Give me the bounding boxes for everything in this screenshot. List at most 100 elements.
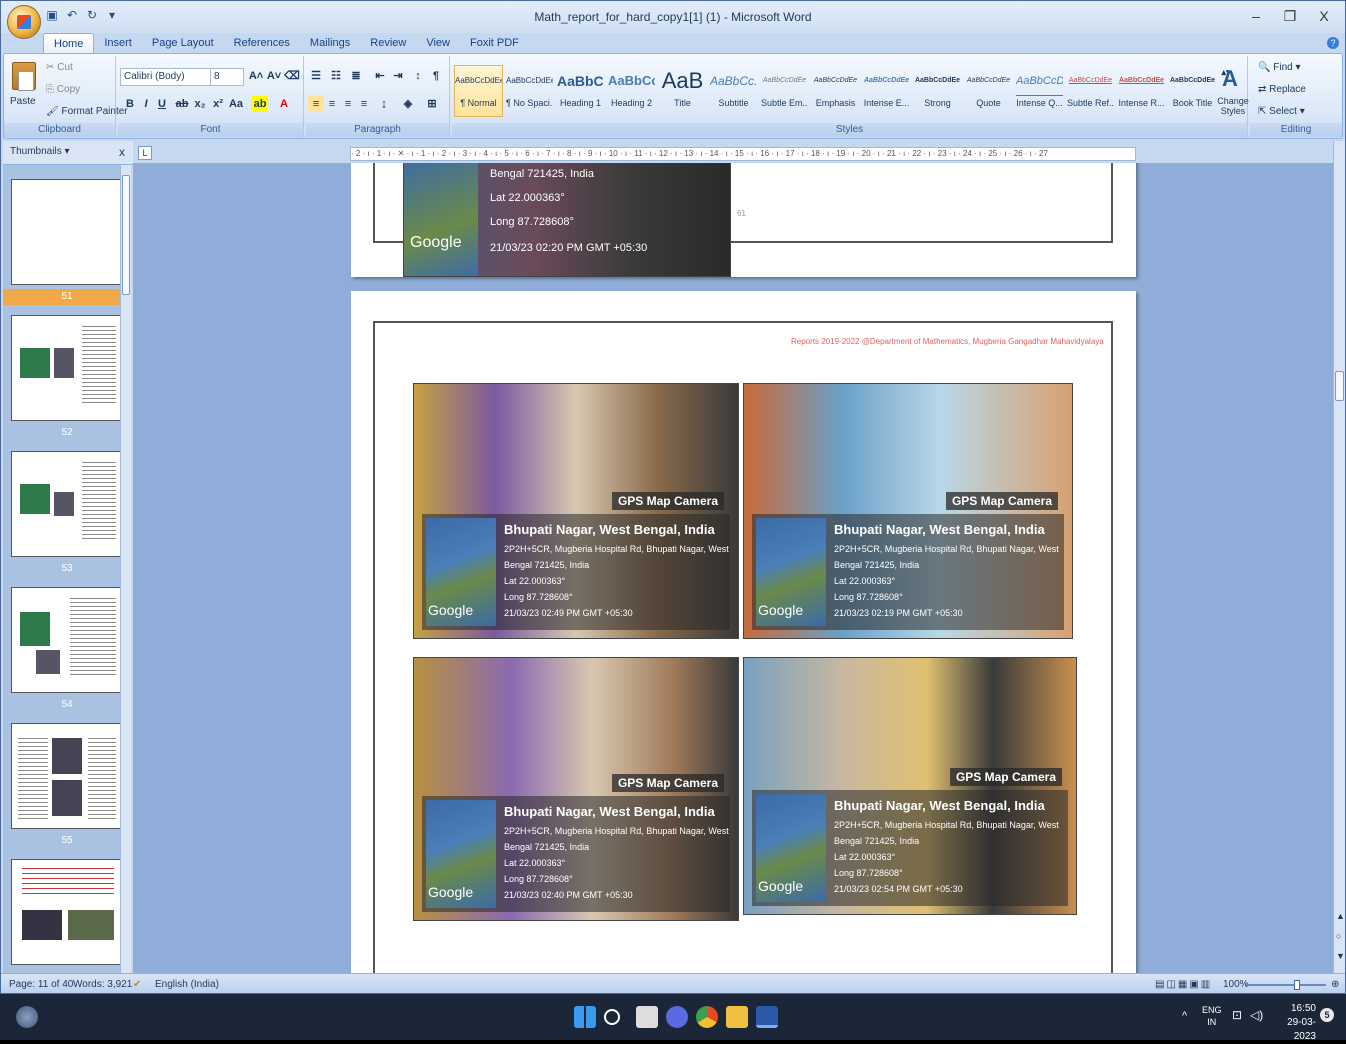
bold-icon[interactable]: B [122,96,138,112]
notification-badge[interactable]: 5 [1320,1008,1334,1022]
zoom-slider[interactable] [1246,980,1326,990]
file-explorer-icon[interactable] [726,1006,748,1028]
chat-icon[interactable] [666,1006,688,1028]
clear-format-icon[interactable]: ⌫ [284,68,300,84]
align-right-icon[interactable]: ≡ [340,96,356,112]
tab-foxit-pdf[interactable]: Foxit PDF [460,33,529,53]
word-count-status[interactable]: Words: 3,921 [73,979,132,990]
photo-2[interactable]: GPS Map Camera Google Bhupati Nagar, Wes… [743,383,1073,639]
photo-4[interactable]: GPS Map Camera Google Bhupati Nagar, Wes… [743,657,1077,915]
tab-home[interactable]: Home [43,33,95,53]
thumbnail-page-51[interactable] [11,179,123,285]
weather-icon[interactable] [16,1006,38,1028]
style-intense-reference[interactable]: AaBbCcDdEe Intense R... [1117,65,1166,117]
office-button[interactable] [7,5,41,39]
paste-button[interactable]: Paste [10,96,36,107]
shrink-font-icon[interactable]: A˅ [266,68,282,84]
tab-insert[interactable]: Insert [94,33,142,53]
previous-page-photo[interactable]: Bengal 721425, India Lat 22.000363° Long… [403,163,731,277]
browse-object-icon[interactable]: ○ [1336,931,1341,941]
thumbnails-scroll-thumb[interactable] [122,175,130,295]
thumbnail-page-55[interactable] [11,723,123,829]
navigation-view-select[interactable]: Thumbnails ▾ [7,144,87,162]
bullets-icon[interactable]: ☰ [308,68,324,84]
chrome-icon[interactable] [696,1006,718,1028]
multilevel-list-icon[interactable]: ≣ [348,68,364,84]
thumbnail-page-54[interactable] [11,587,123,693]
task-view-icon[interactable] [636,1006,658,1028]
style-emphasis[interactable]: AaBbCcDdEe Emphasis [811,65,860,117]
style-title[interactable]: AaB Title [658,65,707,117]
decrease-indent-icon[interactable]: ⇤ [372,68,388,84]
sort-icon[interactable]: ↕ [410,68,426,84]
style-normal[interactable]: AaBbCcDdEe ¶ Normal [454,65,503,117]
style-book-title[interactable]: AaBbCcDdEe Book Title [1168,65,1217,117]
find-button[interactable]: 🔍 Find ▾ [1258,62,1301,73]
grow-font-icon[interactable]: A˄ [248,68,264,84]
borders-icon[interactable]: ⊞ [424,96,440,112]
change-case-icon[interactable]: Aa [228,96,244,112]
style-strong[interactable]: AaBbCcDdEe Strong [913,65,962,117]
format-painter-button[interactable]: 🖌 Format Painter [46,106,128,117]
zoom-level[interactable]: 100% [1223,979,1249,990]
thumbnail-page-56[interactable] [11,859,123,965]
zoom-in-icon[interactable]: ⊕ [1331,979,1339,990]
style-intense-emphasis[interactable]: AaBbCcDdEe Intense E... [862,65,911,117]
font-family-select[interactable]: Calibri (Body) [120,68,216,86]
search-icon[interactable] [604,1009,620,1025]
minimize-button[interactable]: – [1239,5,1273,29]
tray-chevron-icon[interactable]: ^ [1182,1010,1187,1022]
line-spacing-icon[interactable]: ↨ [376,96,392,112]
volume-icon[interactable]: ◁) [1250,1008,1263,1022]
thumbnails-scrollbar[interactable] [120,165,131,973]
thumbnail-page-52[interactable] [11,315,123,421]
style-intense-quote[interactable]: AaBbCcD( Intense Q... [1015,65,1064,117]
tab-review[interactable]: Review [360,33,416,53]
style-no-spacing[interactable]: AaBbCcDdEe ¶ No Spaci... [505,65,554,117]
tab-selector[interactable]: L [138,146,152,160]
change-styles-button[interactable]: Change Styles [1216,96,1250,116]
zoom-slider-knob[interactable] [1294,980,1300,990]
numbering-icon[interactable]: ☷ [328,68,344,84]
thumbnail-page-53[interactable] [11,451,123,557]
document-scroll-thumb[interactable] [1335,371,1344,401]
italic-icon[interactable]: I [138,96,154,112]
underline-icon[interactable]: U [154,96,170,112]
superscript-icon[interactable]: x² [210,96,226,112]
prev-page-icon[interactable]: ▲ [1336,911,1345,921]
network-icon[interactable]: ⊡ [1232,1008,1242,1022]
cut-button[interactable]: ✂ Cut [46,62,73,73]
increase-indent-icon[interactable]: ⇥ [390,68,406,84]
shading-icon[interactable]: ◈ [400,96,416,112]
language-indicator[interactable]: ENG IN [1202,1004,1222,1028]
clock[interactable]: 16:50 29-03-2023 [1270,1002,1316,1044]
start-icon[interactable] [574,1006,596,1028]
word-taskbar-icon[interactable] [756,1006,778,1028]
proofing-icon[interactable]: ✔ [133,979,141,990]
subscript-icon[interactable]: x₂ [192,96,208,112]
next-page-icon[interactable]: ▼ [1336,951,1345,961]
paste-icon[interactable] [12,62,36,91]
photo-1[interactable]: GPS Map Camera Google Bhupati Nagar, Wes… [413,383,739,639]
thumbnails-close-button[interactable]: x [119,145,125,159]
style-heading-1[interactable]: AaBbC( Heading 1 [556,65,605,117]
align-center-icon[interactable]: ≡ [324,96,340,112]
change-styles-icon[interactable]: A [1222,66,1238,92]
language-status[interactable]: English (India) [155,979,219,990]
style-quote[interactable]: AaBbCcDdEe Quote [964,65,1013,117]
horizontal-ruler[interactable]: · 2 · ı · 1 · ı · ✕ · ı · 1 · ı · 2 · ı … [350,147,1136,161]
style-heading-2[interactable]: AaBbCc Heading 2 [607,65,656,117]
document-scrollbar[interactable]: ▲ ○ ▼ [1333,141,1345,973]
tab-references[interactable]: References [224,33,300,53]
style-subtle-emphasis[interactable]: AaBbCcDdEe Subtle Em... [760,65,809,117]
align-left-icon[interactable]: ≡ [308,96,324,112]
copy-button[interactable]: ⎘ Copy [46,84,80,95]
pilcrow-icon[interactable]: ¶ [428,68,444,84]
page-count-status[interactable]: Page: 11 of 40 [9,979,73,990]
tab-mailings[interactable]: Mailings [300,33,360,53]
tab-page-layout[interactable]: Page Layout [142,33,224,53]
style-subtitle[interactable]: AaBbCc. Subtitle [709,65,758,117]
select-button[interactable]: ⇱ Select ▾ [1258,106,1305,117]
highlight-icon[interactable]: ab [252,96,268,112]
justify-icon[interactable]: ≡ [356,96,372,112]
